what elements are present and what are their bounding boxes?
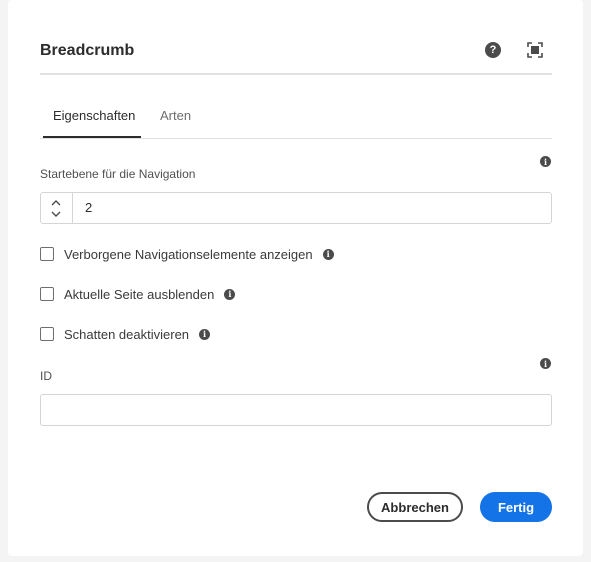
info-icon[interactable]: i [322,248,334,260]
chevron-down-icon[interactable] [51,210,61,218]
checkbox[interactable] [40,247,54,261]
tab-arten[interactable]: Arten [160,108,191,123]
checkbox-label: Aktuelle Seite ausblenden [64,286,215,302]
id-label: ID [40,369,52,383]
info-icon[interactable]: i [540,156,551,167]
tabs-divider [40,138,552,139]
checkbox[interactable] [40,287,54,301]
start-level-stepper[interactable]: 2 [40,192,552,224]
start-level-value[interactable]: 2 [85,200,92,215]
checkbox-row-disable-shadows[interactable]: Schatten deaktivieren i [40,325,211,343]
tab-list: Eigenschaften Arten [40,98,552,138]
dialog: Breadcrumb ? Eigenschaften Arten Starteb… [8,0,583,556]
checkbox-label: Verborgene Navigationselemente anzeigen [64,246,313,262]
cancel-button[interactable]: Abbrechen [367,492,463,522]
info-icon[interactable]: i [540,358,551,369]
chevron-up-icon[interactable] [51,199,61,207]
checkbox-row-hide-current[interactable]: Aktuelle Seite ausblenden i [40,285,236,303]
help-icon[interactable]: ? [485,42,501,58]
header-divider [40,73,552,75]
fullscreen-icon[interactable] [527,42,543,58]
checkbox-label: Schatten deaktivieren [64,326,190,342]
dialog-title: Breadcrumb [40,42,135,59]
info-icon[interactable]: i [224,288,236,300]
start-level-label: Startebene für die Navigation [40,167,196,181]
info-icon[interactable]: i [199,328,211,340]
checkbox[interactable] [40,327,54,341]
id-input[interactable] [40,394,552,426]
stepper-buttons [41,193,73,223]
tab-eigenschaften[interactable]: Eigenschaften [53,108,135,123]
checkbox-row-hidden-items[interactable]: Verborgene Navigationselemente anzeigen … [40,245,334,263]
done-button[interactable]: Fertig [480,492,552,522]
